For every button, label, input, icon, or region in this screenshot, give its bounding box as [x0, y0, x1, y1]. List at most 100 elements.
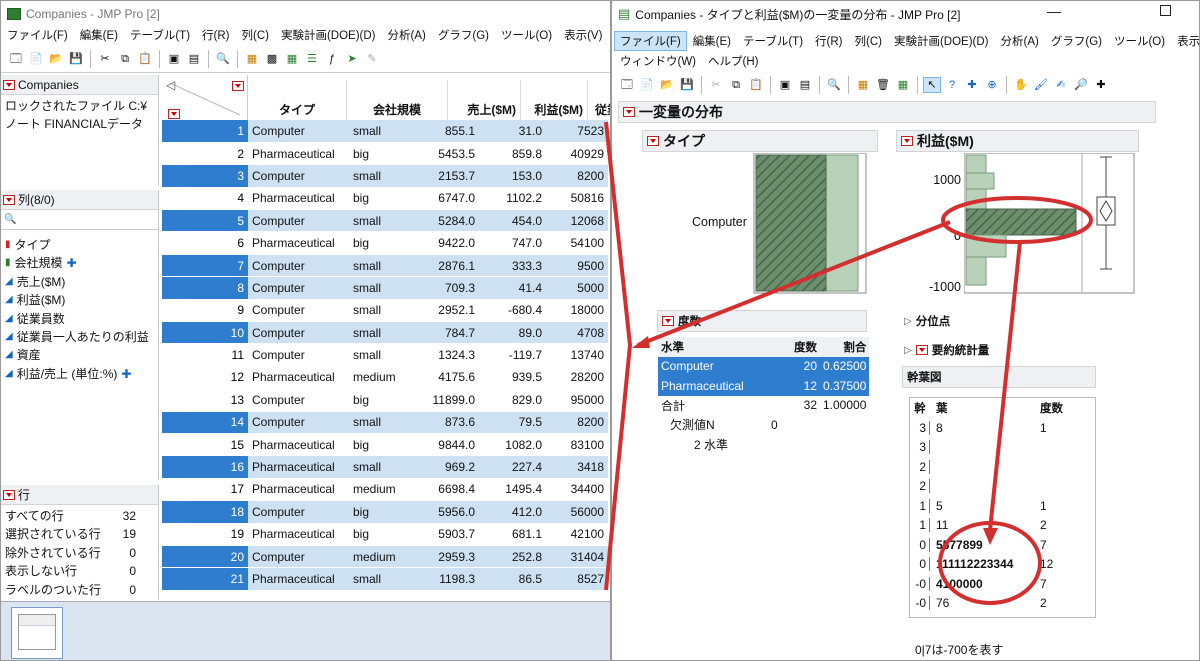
- menu-item[interactable]: 編集(E): [74, 25, 124, 45]
- menu-item[interactable]: 実験計画(DOE)(D): [888, 31, 995, 51]
- menu-item[interactable]: 表示(V): [1171, 31, 1199, 51]
- table-row[interactable]: 11 Computer small 1324.3 -119.7 13740: [162, 343, 608, 367]
- column-header[interactable]: 利益($M): [521, 80, 588, 122]
- new-table-icon[interactable]: 🗔: [7, 51, 25, 67]
- column-header[interactable]: 会社規模: [347, 80, 448, 122]
- collapsed-arrow-icon[interactable]: ▷: [904, 345, 912, 356]
- type-menu-icon[interactable]: [647, 136, 659, 146]
- row-number[interactable]: 15: [162, 433, 248, 457]
- copy-icon[interactable]: ⧉: [727, 77, 745, 93]
- cut-icon[interactable]: ✂: [96, 51, 114, 67]
- table-row[interactable]: 4 Pharmaceutical big 6747.0 1102.2 50816: [162, 187, 608, 211]
- rows-menu-icon[interactable]: [168, 109, 180, 119]
- row-number[interactable]: 5: [162, 209, 248, 233]
- column-item[interactable]: ◢ 売上($M): [1, 273, 158, 291]
- menu-item[interactable]: ファイル(F): [1, 25, 74, 45]
- profit-outline[interactable]: 利益($M): [896, 130, 1139, 152]
- column-item[interactable]: ◢ 従業員一人あたりの利益: [1, 328, 158, 346]
- layout-icon[interactable]: ▤: [796, 77, 814, 93]
- table-corner[interactable]: ◁: [162, 75, 248, 122]
- menu-item[interactable]: ツール(O): [495, 25, 558, 45]
- layout-icon[interactable]: ▤: [185, 51, 203, 67]
- formula-icon[interactable]: ƒ: [323, 51, 341, 67]
- type-outline[interactable]: タイプ: [642, 130, 878, 152]
- save-icon[interactable]: 💾: [67, 51, 85, 67]
- row-number[interactable]: 3: [162, 164, 248, 188]
- column-header[interactable]: 売上($M): [448, 80, 521, 122]
- distribution-menu-icon[interactable]: [623, 107, 635, 117]
- menu-item[interactable]: 分析(A): [382, 25, 432, 45]
- save-icon[interactable]: 💾: [678, 77, 696, 93]
- menu-item[interactable]: 行(R): [196, 25, 235, 45]
- help-tool-icon[interactable]: ?: [943, 77, 961, 93]
- summary-menu-icon[interactable]: [915, 345, 928, 355]
- menu-item[interactable]: 編集(E): [687, 31, 737, 51]
- table-row[interactable]: 9 Computer small 2952.1 -680.4 18000: [162, 299, 608, 323]
- row-number[interactable]: 21: [162, 567, 248, 591]
- new-table-icon[interactable]: 🗔: [618, 77, 636, 93]
- table-row[interactable]: 16 Pharmaceutical small 969.2 227.4 3418: [162, 455, 608, 479]
- row-number[interactable]: 6: [162, 231, 248, 255]
- profit-menu-icon[interactable]: [901, 136, 913, 146]
- menu-item[interactable]: テーブル(T): [737, 31, 809, 51]
- row-number[interactable]: 11: [162, 343, 248, 367]
- frequency-outline[interactable]: 度数: [657, 310, 867, 332]
- window-thumbnail[interactable]: [11, 607, 63, 659]
- menu-item[interactable]: 行(R): [809, 31, 848, 51]
- frequency-menu-icon[interactable]: [662, 316, 674, 326]
- menu-item[interactable]: 列(C): [236, 25, 275, 45]
- row-number[interactable]: 18: [162, 500, 248, 524]
- paste-icon[interactable]: 📋: [136, 51, 154, 67]
- row-number[interactable]: 13: [162, 388, 248, 412]
- bar-icon[interactable]: ☰: [303, 51, 321, 67]
- more-icon[interactable]: ✚: [1092, 77, 1110, 93]
- column-item[interactable]: ◢ 従業員数: [1, 310, 158, 328]
- column-item[interactable]: ◢ 利益/売上 (単位:%) ✚: [1, 365, 158, 383]
- paste-icon[interactable]: 📋: [747, 77, 765, 93]
- distribution-outline[interactable]: 一変量の分布: [618, 101, 1156, 123]
- add-icon[interactable]: ▦: [894, 77, 912, 93]
- table-row[interactable]: 5 Computer small 5284.0 454.0 12068: [162, 209, 608, 233]
- column-item[interactable]: ◢ 資産: [1, 346, 158, 364]
- row-number[interactable]: 7: [162, 254, 248, 278]
- open-icon[interactable]: 📂: [658, 77, 676, 93]
- table-row[interactable]: 14 Computer small 873.6 79.5 8200: [162, 411, 608, 434]
- menu-item[interactable]: 分析(A): [995, 31, 1045, 51]
- new-script-icon[interactable]: 📄: [27, 51, 45, 67]
- column-item[interactable]: ◢ 利益($M): [1, 291, 158, 309]
- target-icon[interactable]: ⊕: [983, 77, 1001, 93]
- cut-icon[interactable]: ✂: [707, 77, 725, 93]
- stem-leaf-outline[interactable]: 幹葉図: [902, 366, 1096, 388]
- row-number[interactable]: 4: [162, 187, 248, 211]
- menu-item[interactable]: ヘルプ(H): [702, 51, 764, 71]
- zoom-icon[interactable]: 🔎: [1072, 77, 1090, 93]
- copy-icon[interactable]: ⧉: [116, 51, 134, 67]
- column-header[interactable]: タイプ: [248, 80, 347, 122]
- table-row[interactable]: 8 Computer small 709.3 41.4 5000: [162, 276, 608, 300]
- table-row[interactable]: 20 Computer medium 2959.3 252.8 31404: [162, 545, 608, 569]
- lasso-icon[interactable]: ✍: [1052, 77, 1070, 93]
- table-row[interactable]: 2 Pharmaceutical big 5453.5 859.8 40929: [162, 142, 608, 166]
- journal-icon[interactable]: ▣: [776, 77, 794, 93]
- summary-outline[interactable]: ▷ 要約統計量: [900, 339, 1100, 361]
- table-row[interactable]: 6 Pharmaceutical big 9422.0 747.0 54100: [162, 231, 608, 255]
- rows-panel-menu-icon[interactable]: [3, 489, 15, 500]
- arrow-tool-icon[interactable]: ↖: [923, 77, 941, 93]
- table-row[interactable]: 10 Computer small 784.7 89.0 4708: [162, 321, 608, 345]
- row-number[interactable]: 10: [162, 321, 248, 345]
- brush-icon[interactable]: 🖌: [1032, 77, 1050, 93]
- crosshair-icon[interactable]: ✚: [963, 77, 981, 93]
- new-script-icon[interactable]: 📄: [638, 77, 656, 93]
- search-icon[interactable]: 🔍: [825, 77, 843, 93]
- menu-item[interactable]: 実験計画(DOE)(D): [275, 25, 382, 45]
- table-row[interactable]: 18 Computer big 5956.0 412.0 56000: [162, 500, 608, 524]
- corner-menu-icon[interactable]: [232, 81, 244, 91]
- edit-icon[interactable]: ✎: [363, 51, 381, 67]
- trash-icon[interactable]: 🗑: [874, 77, 892, 93]
- data-table-icon[interactable]: ▦: [854, 77, 872, 93]
- row-number[interactable]: 19: [162, 523, 248, 546]
- table-row[interactable]: 12 Pharmaceutical medium 4175.6 939.5 28200: [162, 366, 608, 390]
- table-row[interactable]: 17 Pharmaceutical medium 6698.4 1495.4 34400: [162, 478, 608, 502]
- table-row[interactable]: 19 Pharmaceutical big 5903.7 681.1 42100: [162, 523, 608, 546]
- search-icon[interactable]: 🔍: [214, 51, 232, 67]
